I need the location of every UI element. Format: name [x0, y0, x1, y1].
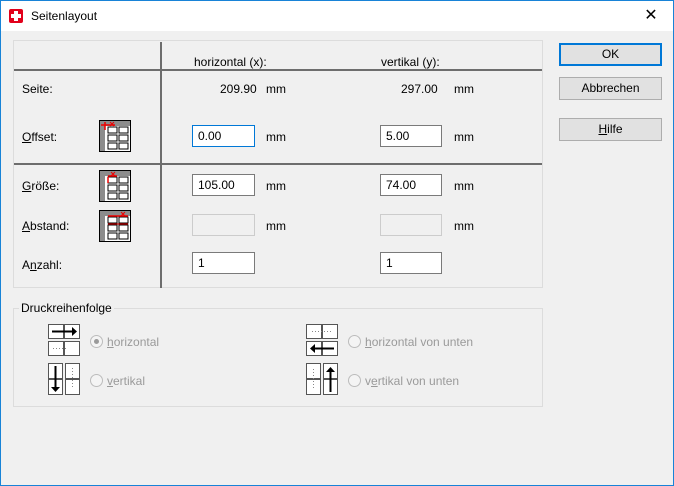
offset-x-input[interactable] [192, 125, 255, 147]
seite-x-unit: mm [266, 82, 286, 96]
cancel-button[interactable]: Abbrechen [559, 77, 662, 100]
anzahl-x-input[interactable] [192, 252, 255, 274]
order-vertical-icon [48, 363, 80, 395]
groesse-y-input[interactable] [380, 174, 442, 196]
abstand-x-unit: mm [266, 219, 286, 233]
page-spacing-icon [99, 210, 131, 242]
abstand-x-input[interactable] [192, 214, 255, 236]
section-divider [14, 163, 542, 165]
groesse-x-input[interactable] [192, 174, 255, 196]
print-order-group [13, 308, 543, 407]
ok-button[interactable]: OK [559, 43, 662, 66]
title-bar: Seitenlayout ✕ [1, 1, 673, 31]
radio-vertikal[interactable] [90, 374, 103, 387]
offset-y-unit: mm [454, 130, 474, 144]
seite-label: Seite: [22, 82, 53, 96]
anzahl-y-input[interactable] [380, 252, 442, 274]
radio-horizontal[interactable] [90, 335, 103, 348]
radio-horizontal-von-unten-label: horizontal von unten [365, 335, 474, 349]
column-divider [160, 42, 162, 288]
radio-vertikal-von-unten-label: vertikal von unten [365, 374, 460, 388]
column-header-horizontal: horizontal (x): [194, 55, 267, 69]
abstand-y-input[interactable] [380, 214, 442, 236]
window-title: Seitenlayout [31, 9, 98, 23]
order-vertical-bottom-icon [306, 363, 338, 395]
app-swiss-icon [9, 9, 23, 23]
radio-horizontal-von-unten[interactable] [348, 335, 361, 348]
seite-y-unit: mm [454, 82, 474, 96]
header-divider [14, 69, 542, 71]
page-size-icon [99, 170, 131, 202]
offset-y-input[interactable] [380, 125, 442, 147]
anzahl-label: Anzahl: [22, 258, 63, 272]
column-header-vertical: vertikal (y): [381, 55, 440, 69]
radio-vertikal-label: vertikal [107, 374, 146, 388]
groesse-y-unit: mm [454, 179, 474, 193]
page-offset-icon [99, 120, 131, 152]
abstand-label: Abstand: [22, 219, 70, 233]
close-icon[interactable]: ✕ [629, 1, 673, 31]
offset-label: Offset: [22, 130, 58, 144]
radio-horizontal-label: horizontal [107, 335, 160, 349]
seite-x-value: 209.90 [220, 82, 257, 96]
seite-y-value: 297.00 [401, 82, 438, 96]
abstand-y-unit: mm [454, 219, 474, 233]
help-button[interactable]: Hilfe [559, 118, 662, 141]
print-order-title: Druckreihenfolge [19, 301, 114, 315]
radio-vertikal-von-unten[interactable] [348, 374, 361, 387]
groesse-x-unit: mm [266, 179, 286, 193]
order-horizontal-icon [48, 324, 80, 356]
order-horizontal-bottom-icon [306, 324, 338, 356]
groesse-label: Größe: [22, 179, 60, 193]
offset-x-unit: mm [266, 130, 286, 144]
